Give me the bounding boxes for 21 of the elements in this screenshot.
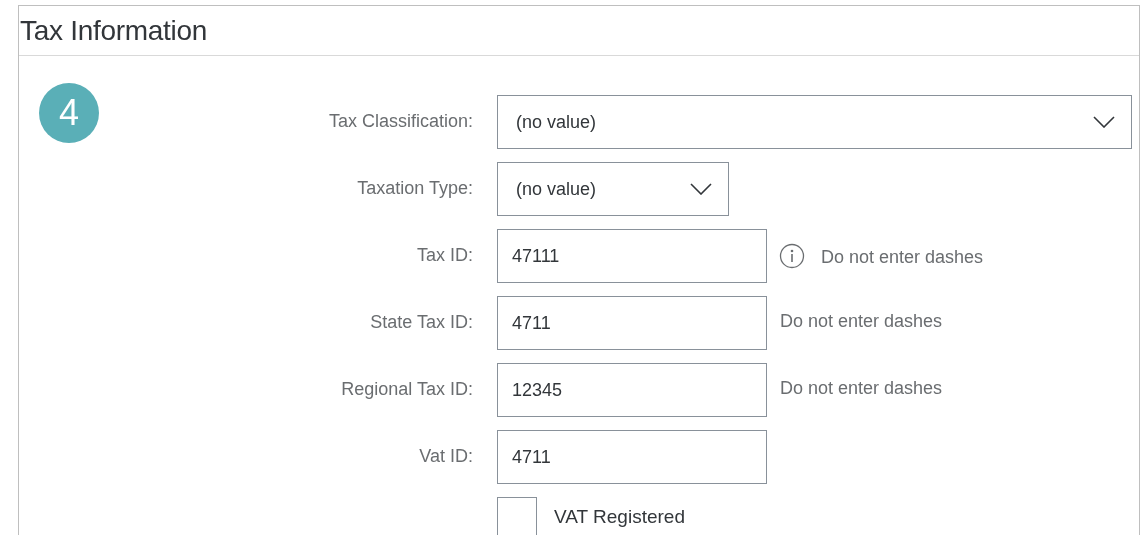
input-field[interactable]: 47111 [497, 229, 767, 283]
input-field[interactable]: 4711 [497, 430, 767, 484]
checkbox-label: VAT Registered [554, 505, 685, 529]
input-field[interactable]: 4711 [497, 296, 767, 350]
field-label: Tax ID: [417, 244, 473, 267]
hint-text: Do not enter dashes [780, 377, 943, 400]
hint-text: Do not enter dashes [821, 246, 984, 269]
field-label: Tax Classification: [328, 110, 473, 133]
dropdown-field[interactable]: (no value) [497, 95, 1132, 149]
field-label: Vat ID: [419, 445, 473, 468]
dropdown-field[interactable]: (no value) [497, 162, 729, 216]
step-badge: 4 [39, 83, 99, 143]
field-label: Regional Tax ID: [341, 378, 473, 401]
field-label: State Tax ID: [370, 311, 473, 334]
hint-text: Do not enter dashes [780, 310, 943, 333]
checkbox[interactable] [497, 497, 537, 535]
field-label: Taxation Type: [357, 177, 473, 200]
section-title: Tax Information [20, 13, 207, 48]
chevron-down-icon [1093, 116, 1115, 128]
chevron-down-icon [690, 183, 712, 195]
input-field[interactable]: 12345 [497, 363, 767, 417]
